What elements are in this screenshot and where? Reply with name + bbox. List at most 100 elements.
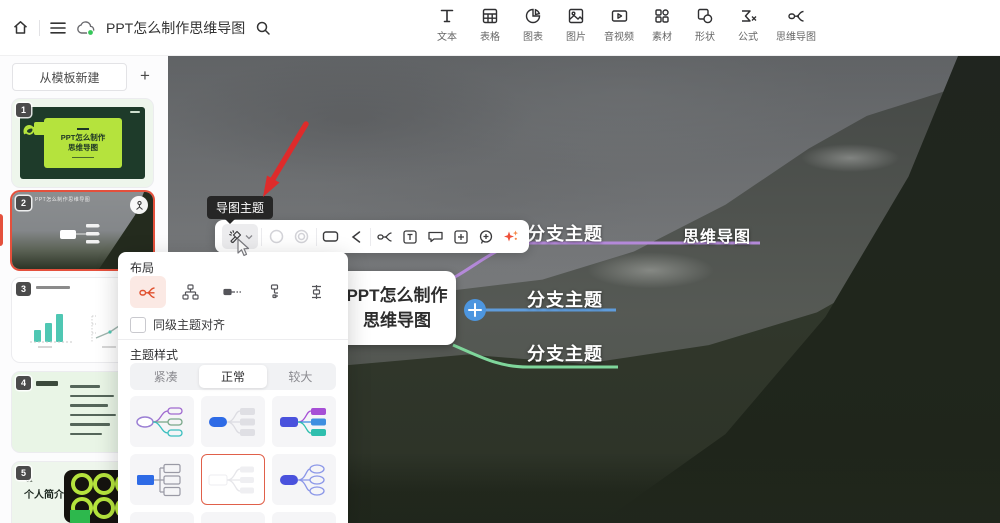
layout-timeline-icon [311, 285, 321, 299]
theme-style-blue-org[interactable] [130, 454, 194, 505]
slide1-title-card: PPT怎么制作 思维导图 [44, 118, 122, 168]
image-icon [568, 8, 584, 24]
map-theme-panel: 布局 同级主题对齐 主题样式 紧凑 正常 较大 [118, 252, 348, 523]
insert-shape-button[interactable]: 形状 [690, 7, 720, 43]
slide3-title-bar [36, 286, 70, 289]
comment-add-button[interactable] [475, 225, 497, 249]
slide-number-badge: 3 [16, 282, 31, 296]
new-from-template-button[interactable]: 从模板新建 [12, 63, 127, 91]
insert-formula-button[interactable]: 公式 [733, 7, 763, 43]
insert-toolbar: 文本 表格 图表 图片 音视频 素材 形状 公式 思维导图 [432, 7, 816, 43]
slide-number-badge: 5 [16, 466, 31, 480]
theme-style-light-selected[interactable] [201, 454, 265, 505]
insert-table-button[interactable]: 表格 [475, 7, 505, 43]
layout-option-org-chart[interactable] [172, 276, 208, 308]
center-node-line2: 思维导图 [363, 311, 431, 330]
material-icon [655, 9, 669, 23]
slide2-mini-mindmap [60, 224, 100, 244]
insert-image-button[interactable]: 图片 [561, 7, 591, 43]
current-slide-indicator [0, 214, 3, 246]
size-tab-normal-selected[interactable]: 正常 [199, 365, 267, 388]
slide4-list [70, 385, 116, 435]
slide2-layout-button[interactable] [130, 196, 148, 214]
slide1-scribble [23, 122, 50, 135]
insert-textbox-button[interactable] [399, 225, 421, 249]
theme-spray-icon [228, 230, 241, 244]
insert-material-button[interactable]: 素材 [647, 7, 677, 43]
slide-thumbnail-1[interactable]: 1 PPT怎么制作 思维导图 [12, 99, 153, 187]
theme-style-row3-3[interactable] [272, 512, 336, 523]
mindmap-toolbar [215, 220, 529, 253]
app-window: 分支主题 思维导图 分支主题 分支主题 PPT怎么制作 思维导图 PPT怎么制作… [0, 0, 1000, 523]
document-title[interactable]: PPT怎么制作思维导图 [106, 18, 245, 38]
slide5-title: 个人简介 [24, 490, 64, 501]
align-checkbox-row: 同级主题对齐 [130, 316, 225, 333]
slide-number-badge: 2 [16, 196, 31, 210]
theme-style-blue-outline[interactable] [272, 454, 336, 505]
slide1-preview: PPT怎么制作 思维导图 [20, 107, 145, 179]
border-style-button[interactable] [320, 225, 342, 249]
insert-mindmap-button[interactable]: 思维导图 [776, 7, 816, 43]
toolbar-separator [369, 227, 371, 246]
size-tab-compact[interactable]: 紧凑 [132, 365, 199, 388]
slide1-title-line2: 思维导图 [68, 142, 98, 152]
size-segmented-control: 紧凑 正常 较大 [130, 363, 336, 390]
panel-divider [118, 339, 348, 340]
branch-topic-3[interactable]: 分支主题 [527, 340, 603, 366]
toolbar-separator [261, 227, 263, 246]
formula-icon [741, 10, 756, 22]
layout-option-logic-right[interactable] [214, 276, 250, 308]
table-icon [482, 8, 498, 24]
layout-option-mindmap-selected[interactable] [130, 276, 166, 308]
tooltip-map-theme: 导图主题 [207, 196, 274, 224]
branch-topic-1[interactable]: 分支主题 [527, 220, 603, 246]
branch-icon [135, 200, 143, 210]
ai-sparkle-button[interactable] [500, 225, 522, 249]
slide2-title: PPT怎么制作思维导图 [35, 197, 91, 203]
slide1-menu-dots [130, 111, 140, 113]
search-icon[interactable] [255, 20, 271, 36]
theme-style-indigo-colored[interactable] [272, 396, 336, 447]
chevron-down-icon [245, 234, 252, 239]
insert-text-button[interactable]: 文本 [432, 7, 462, 43]
theme-style-outline-colored[interactable] [130, 396, 194, 447]
cloud-sync-icon[interactable] [76, 20, 96, 36]
layout-mindmap-icon [138, 286, 155, 298]
mindmap-center-node[interactable]: PPT怎么制作 思维导图 [338, 271, 456, 345]
slide-number-badge: 4 [16, 376, 31, 390]
theme-style-blue-gray[interactable] [201, 396, 265, 447]
layout-option-timeline[interactable] [298, 276, 334, 308]
slide4-heading-bar [36, 381, 58, 386]
add-slide-button[interactable]: + [132, 63, 158, 89]
layout-logic-icon [222, 288, 241, 296]
layout-option-tree-down[interactable] [256, 276, 292, 308]
insert-subtopic-button[interactable] [374, 225, 396, 249]
mindmap-icon [787, 10, 804, 22]
shape-icon [697, 8, 713, 24]
callout-button[interactable] [424, 225, 446, 249]
insert-chart-button[interactable]: 图表 [518, 7, 548, 43]
map-theme-button[interactable] [222, 224, 258, 249]
branch-topic-2[interactable]: 分支主题 [527, 286, 603, 312]
align-checkbox[interactable] [130, 316, 146, 333]
slide1-title-line1: PPT怎么制作 [60, 132, 106, 142]
theme-style-row3-1[interactable] [130, 512, 194, 523]
layout-org-icon [181, 284, 199, 300]
theme-style-section-label: 主题样式 [130, 348, 179, 362]
size-tab-large[interactable]: 较大 [267, 365, 334, 388]
shape-ring-button-disabled[interactable] [290, 225, 312, 249]
center-node-line1: PPT怎么制作 [346, 286, 448, 305]
slide-number-badge: 1 [16, 103, 31, 117]
home-icon[interactable] [12, 19, 29, 36]
toolbar-separator [315, 227, 317, 246]
topbar-divider [39, 19, 40, 36]
shape-circle-button-disabled[interactable] [265, 225, 287, 249]
menu-icon[interactable] [50, 21, 66, 35]
insert-media-button[interactable]: 音视频 [604, 7, 634, 43]
media-icon [611, 10, 627, 22]
chart-icon [525, 8, 541, 24]
line-style-button[interactable] [345, 225, 367, 249]
insert-node-button[interactable] [450, 225, 472, 249]
main-topic-right[interactable]: 思维导图 [683, 223, 751, 247]
theme-style-row3-2[interactable] [201, 512, 265, 523]
